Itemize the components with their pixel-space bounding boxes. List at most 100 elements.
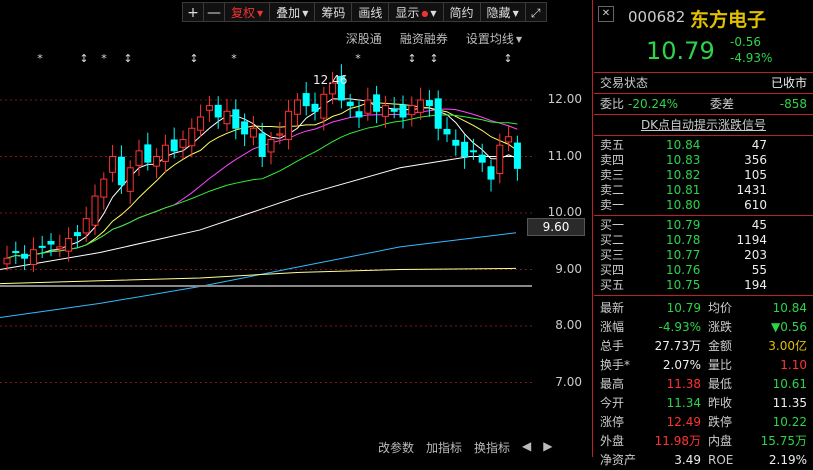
- add-indicator-button[interactable]: 加指标: [426, 439, 462, 456]
- candle-body: [267, 139, 275, 153]
- candle-body: [188, 127, 196, 147]
- shenguotong-link[interactable]: 深股通: [346, 30, 382, 47]
- order-volume: 1194: [736, 233, 767, 247]
- candle-body: [373, 94, 381, 112]
- stat-label: 最新: [600, 301, 625, 315]
- candle-body: [12, 250, 20, 254]
- overlay-button[interactable]: 叠加 ▼: [269, 2, 316, 22]
- candle-body: [21, 253, 29, 259]
- candle-body: [320, 93, 328, 119]
- stat-value: 3.49: [674, 453, 701, 467]
- stat-label: 最低: [708, 377, 733, 391]
- order-price: 10.83: [666, 153, 701, 167]
- stat-label: 均价: [708, 301, 733, 315]
- order-price: 10.77: [666, 248, 701, 262]
- dk-signal-link[interactable]: DK点自动提示涨跌信号: [594, 115, 813, 136]
- candle-body: [65, 237, 73, 252]
- stat-label: 总手: [600, 339, 625, 353]
- candle-body: [38, 245, 46, 248]
- current-price-tag: 9.60: [527, 218, 585, 236]
- fuquan-button[interactable]: 复权 ▼: [224, 2, 271, 22]
- order-row[interactable]: 买二 10.78 1194: [594, 233, 813, 248]
- stock-code: 000682: [628, 8, 686, 26]
- fullscreen-icon[interactable]: ⤢: [524, 2, 547, 22]
- order-label: 买三: [600, 248, 625, 262]
- stat-row: 涨幅 -4.93% 涨跌 ▼0.56: [594, 318, 813, 337]
- order-row[interactable]: 买五 10.75 194: [594, 278, 813, 293]
- stat-value: ▼0.56: [771, 320, 807, 334]
- candle-body: [346, 101, 354, 107]
- order-row[interactable]: 卖四 10.83 356: [594, 153, 813, 168]
- order-row[interactable]: 买一 10.79 45: [594, 218, 813, 233]
- signal-marker-icon: ↕: [189, 52, 198, 65]
- candle-body: [452, 139, 460, 146]
- weicha-label: 委差: [710, 97, 735, 111]
- stat-value: 10.79: [666, 301, 701, 315]
- quote-header: ✕ 000682 东方电子: [594, 0, 813, 34]
- order-volume: 194: [744, 278, 767, 292]
- zoom-in-button[interactable]: +: [182, 2, 204, 22]
- stat-label: 最高: [600, 377, 625, 391]
- order-volume: 1431: [736, 183, 767, 197]
- stat-value: 10.22: [772, 415, 807, 429]
- close-icon[interactable]: ✕: [598, 6, 614, 22]
- draw-line-button[interactable]: 画线: [351, 2, 390, 22]
- change-params-button[interactable]: 改参数: [378, 439, 414, 456]
- chevron-right-icon[interactable]: ▶: [543, 439, 552, 456]
- panel-divider: [592, 0, 593, 457]
- stat-label: 涨幅: [600, 320, 625, 334]
- fuquan-label: 复权: [231, 6, 256, 20]
- candle-body: [302, 93, 310, 107]
- chart-toolbar: + — 复权 ▼ 叠加 ▼ 筹码 画线 显示 ● ▼ 简约 隐藏 ▼ ⤢: [182, 2, 547, 24]
- candle-body: [47, 240, 55, 245]
- order-row[interactable]: 卖五 10.84 47: [594, 138, 813, 153]
- stock-name: 东方电子: [690, 9, 767, 31]
- y-tick: 10.00: [547, 205, 582, 219]
- simple-mode-button[interactable]: 简约: [442, 2, 481, 22]
- stat-value: 2.07%: [662, 358, 701, 372]
- chevron-down-icon: ▼: [512, 8, 519, 18]
- stat-label: 净资产: [600, 453, 637, 467]
- margin-trading-link[interactable]: 融资融券: [400, 30, 448, 47]
- candle-body: [29, 249, 37, 265]
- kline-svg[interactable]: * ↕ * ↕ ↕ * * ↕ ↕ ↕: [0, 0, 592, 457]
- chart-bottombar: 改参数 加指标 换指标 ◀ ▶: [378, 439, 553, 456]
- order-volume: 105: [744, 168, 767, 182]
- candle-body: [399, 104, 407, 118]
- status-label: 交易状态: [600, 76, 649, 90]
- order-volume: 45: [751, 218, 767, 232]
- candle-body: [126, 167, 134, 192]
- order-row[interactable]: 卖三 10.82 105: [594, 168, 813, 183]
- signal-marker-icon: ↕: [79, 52, 88, 65]
- order-row[interactable]: 买四 10.76 55: [594, 263, 813, 278]
- order-row[interactable]: 卖二 10.81 1431: [594, 183, 813, 198]
- candle-body: [241, 121, 249, 135]
- order-price: 10.78: [666, 233, 701, 247]
- switch-indicator-button[interactable]: 换指标: [474, 439, 510, 456]
- display-button[interactable]: 显示 ● ▼: [388, 2, 444, 22]
- weibi-row: 委比 -20.24% 委差 -858: [594, 94, 813, 115]
- zoom-out-button[interactable]: —: [203, 2, 225, 22]
- high-price-label: 12.46: [313, 73, 348, 87]
- hide-button[interactable]: 隐藏 ▼: [479, 2, 526, 22]
- candle-body: [487, 166, 495, 180]
- candle-body: [478, 154, 486, 163]
- stat-row: 今开 11.34 昨收 11.35: [594, 394, 813, 413]
- signal-marker-icon: ↕: [429, 52, 438, 65]
- order-row[interactable]: 买三 10.77 203: [594, 248, 813, 263]
- candle-body: [258, 133, 266, 157]
- chip-button[interactable]: 筹码: [314, 2, 353, 22]
- chevron-left-icon[interactable]: ◀: [522, 439, 531, 456]
- kline-chart-area[interactable]: * ↕ * ↕ ↕ * * ↕ ↕ ↕ + — 复权 ▼ 叠加 ▼ 筹码 画线 显示 ● ▼ 简约 隐藏 ▼…: [0, 0, 592, 457]
- signal-marker-icon: ↕: [407, 52, 416, 65]
- order-row[interactable]: 卖一 10.80 610: [594, 198, 813, 213]
- order-volume: 356: [744, 153, 767, 167]
- y-tick: 11.00: [547, 149, 582, 163]
- chevron-down-icon: ▼: [430, 8, 437, 18]
- trade-status-row: 交易状态 已收市: [594, 73, 813, 94]
- set-ma-link[interactable]: 设置均线 ▼: [466, 30, 522, 47]
- stat-value: -4.93%: [658, 320, 701, 334]
- candle-body: [443, 128, 451, 135]
- price-change: -0.56: [730, 35, 762, 49]
- candle-body: [461, 141, 469, 158]
